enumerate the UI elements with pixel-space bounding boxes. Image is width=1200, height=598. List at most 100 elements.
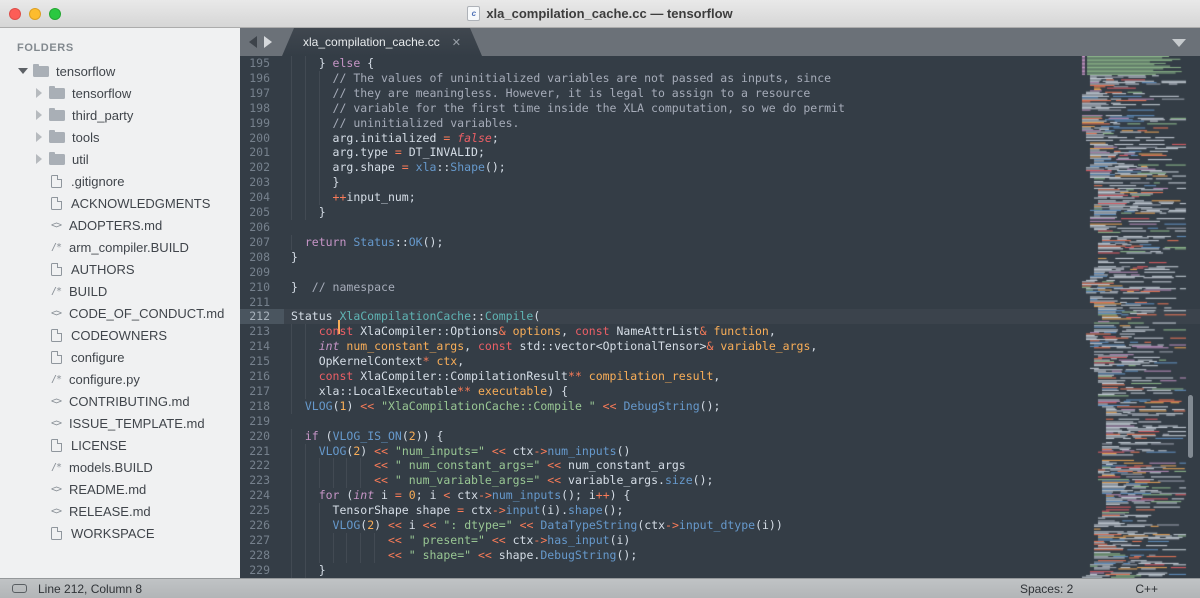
sidebar-file-LICENSE[interactable]: LICENSE: [0, 434, 240, 456]
line-number: 213: [249, 324, 270, 339]
sidebar-item-label: CODEOWNERS: [71, 327, 168, 343]
indentation-setting[interactable]: Spaces: 2: [1020, 582, 1073, 596]
tab-xla-compilation-cache[interactable]: xla_compilation_cache.cc ✕: [282, 28, 482, 56]
sidebar-file-models.BUILD[interactable]: /* models.BUILD: [0, 456, 240, 478]
tab-close-icon[interactable]: ✕: [452, 36, 461, 49]
code-line-206[interactable]: 206: [240, 220, 1200, 235]
code-line-217[interactable]: 217 xla::LocalExecutable** executable) {: [240, 383, 1200, 399]
line-number: 214: [249, 339, 270, 354]
code-line-208[interactable]: 208}: [240, 250, 1200, 265]
sidebar-file-RELEASE.md[interactable]: <> RELEASE.md: [0, 500, 240, 522]
code-line-content: if (VLOG_IS_ON(2)) {: [291, 428, 443, 444]
folder-icon: [49, 129, 65, 143]
folders-header: FOLDERS: [17, 42, 74, 54]
sidebar-file-configure[interactable]: configure: [0, 346, 240, 368]
sidebar-file-WORKSPACE[interactable]: WORKSPACE: [0, 522, 240, 544]
line-number: 219: [249, 413, 270, 428]
build-file-icon: /*: [50, 285, 62, 297]
code-line-content: // variable for the first time inside th…: [291, 100, 845, 116]
code-line-228[interactable]: 228 << " shape=" << shape.DebugString();: [240, 547, 1200, 563]
scrollbar-thumb[interactable]: [1188, 395, 1193, 458]
disclosure-triangle-icon[interactable]: [32, 132, 46, 142]
file-icon: [51, 526, 62, 540]
markdown-file-icon: <>: [50, 307, 62, 319]
sidebar-item-label: configure.py: [69, 371, 140, 387]
code-line-203[interactable]: 203 }: [240, 175, 1200, 191]
sidebar-file-README.md[interactable]: <> README.md: [0, 478, 240, 500]
sidebar-file-CONTRIBUTING.md[interactable]: <> CONTRIBUTING.md: [0, 390, 240, 412]
disclosure-triangle-icon[interactable]: [32, 154, 46, 164]
code-line-218[interactable]: 218 VLOG(1) << "XlaCompilationCache::Com…: [240, 398, 1200, 414]
code-line-216[interactable]: 216 const XlaCompiler::CompilationResult…: [240, 369, 1200, 384]
line-number: 221: [249, 443, 270, 458]
code-line-content: } // namespace: [291, 279, 395, 294]
line-number: 207: [249, 234, 270, 249]
code-line-207[interactable]: 207 return Status::OK();: [240, 234, 1200, 250]
sidebar-file-configure.py[interactable]: /* configure.py: [0, 368, 240, 390]
line-number: 227: [249, 533, 270, 547]
code-line-210[interactable]: 210} // namespace: [240, 280, 1200, 295]
next-tab-icon[interactable]: [264, 36, 272, 48]
sidebar-file-CODEOWNERS[interactable]: CODEOWNERS: [0, 324, 240, 346]
code-line-204[interactable]: 204 ++input_num;: [240, 190, 1200, 206]
code-line-202[interactable]: 202 arg.shape = xla::Shape();: [240, 160, 1200, 176]
code-line-214[interactable]: 214 int num_constant_args, const std::ve…: [240, 339, 1200, 355]
disclosure-triangle-icon[interactable]: [32, 88, 46, 98]
line-number: 228: [249, 547, 270, 562]
code-line-200[interactable]: 200 arg.initialized = false;: [240, 130, 1200, 146]
code-line-198[interactable]: 198 // variable for the first time insid…: [240, 100, 1200, 116]
code-line-222[interactable]: 222 << " num_constant_args=" << num_cons…: [240, 458, 1200, 474]
sidebar-file-ISSUE_TEMPLATE.md[interactable]: <> ISSUE_TEMPLATE.md: [0, 412, 240, 434]
tab-overflow-menu-icon[interactable]: [1172, 39, 1186, 47]
sidebar-file-arm_compiler.BUILD[interactable]: /* arm_compiler.BUILD: [0, 236, 240, 258]
code-line-197[interactable]: 197 // they are meaningless. However, it…: [240, 85, 1200, 101]
title-bar: c xla_compilation_cache.cc — tensorflow: [0, 0, 1200, 28]
sidebar-folder-tensorflow[interactable]: tensorflow: [0, 82, 240, 104]
code-line-227[interactable]: 227 << " present=" << ctx->has_input(i): [240, 533, 1200, 548]
file-icon: [51, 438, 62, 452]
sidebar-folder-tools[interactable]: tools: [0, 126, 240, 148]
code-line-213[interactable]: 213 const XlaCompiler::Options& options,…: [240, 324, 1200, 340]
line-number: 197: [249, 85, 270, 100]
sidebar-item-label: util: [72, 151, 89, 167]
code-line-220[interactable]: 220 if (VLOG_IS_ON(2)) {: [240, 428, 1200, 444]
code-line-212[interactable]: 212 Status XlaCompilationCache::Compile(: [240, 309, 1200, 335]
sidebar-file-AUTHORS[interactable]: AUTHORS: [0, 258, 240, 280]
code-line-226[interactable]: 226 VLOG(2) << i << ": dtype=" << DataTy…: [240, 518, 1200, 533]
syntax-setting[interactable]: C++: [1135, 582, 1158, 596]
code-line-205[interactable]: 205 }: [240, 205, 1200, 220]
code-line-229[interactable]: 229 }: [240, 562, 1200, 578]
file-icon: [51, 350, 62, 364]
code-line-199[interactable]: 199 // uninitialized variables.: [240, 115, 1200, 131]
disclosure-triangle-icon[interactable]: [32, 110, 46, 120]
sidebar-folder-third_party[interactable]: third_party: [0, 104, 240, 126]
sidebar-item-label: README.md: [69, 481, 147, 497]
sidebar-folder-tensorflow[interactable]: tensorflow: [0, 60, 240, 82]
code-line-225[interactable]: 225 TensorShape shape = ctx->input(i).sh…: [240, 503, 1200, 519]
sidebar-file-ACKNOWLEDGMENTS[interactable]: ACKNOWLEDGMENTS: [0, 192, 240, 214]
prev-tab-icon[interactable]: [249, 36, 257, 48]
code-line-201[interactable]: 201 arg.type = DT_INVALID;: [240, 145, 1200, 161]
code-line-211[interactable]: 211: [240, 295, 1200, 310]
sidebar-file-BUILD[interactable]: /* BUILD: [0, 280, 240, 302]
code-line-223[interactable]: 223 << " num_variable_args=" << variable…: [240, 473, 1200, 489]
code-line-221[interactable]: 221 VLOG(2) << "num_inputs=" << ctx->num…: [240, 443, 1200, 459]
sidebar-item-label: WORKSPACE: [71, 525, 155, 541]
sidebar-item-label: models.BUILD: [69, 459, 153, 475]
line-number: 201: [249, 145, 270, 160]
minimap[interactable]: [1078, 56, 1192, 578]
sidebar-file-ADOPTERS.md[interactable]: <> ADOPTERS.md: [0, 214, 240, 236]
sidebar-file-CODE_OF_CONDUCT.md[interactable]: <> CODE_OF_CONDUCT.md: [0, 302, 240, 324]
code-line-209[interactable]: 209: [240, 265, 1200, 280]
code-editor[interactable]: 195 } else {196 // The values of uniniti…: [240, 56, 1200, 578]
code-line-215[interactable]: 215 OpKernelContext* ctx,: [240, 354, 1200, 370]
code-line-195[interactable]: 195 } else {: [240, 56, 1200, 71]
panel-toggle-icon[interactable]: [12, 584, 27, 593]
code-line-196[interactable]: 196 // The values of uninitialized varia…: [240, 70, 1200, 86]
code-line-224[interactable]: 224 for (int i = 0; i < ctx->num_inputs(…: [240, 488, 1200, 504]
code-line-content: << " present=" << ctx->has_input(i): [291, 533, 630, 548]
disclosure-triangle-icon[interactable]: [16, 68, 30, 74]
code-line-219[interactable]: 219: [240, 414, 1200, 429]
sidebar-file-.gitignore[interactable]: .gitignore: [0, 170, 240, 192]
sidebar-folder-util[interactable]: util: [0, 148, 240, 170]
